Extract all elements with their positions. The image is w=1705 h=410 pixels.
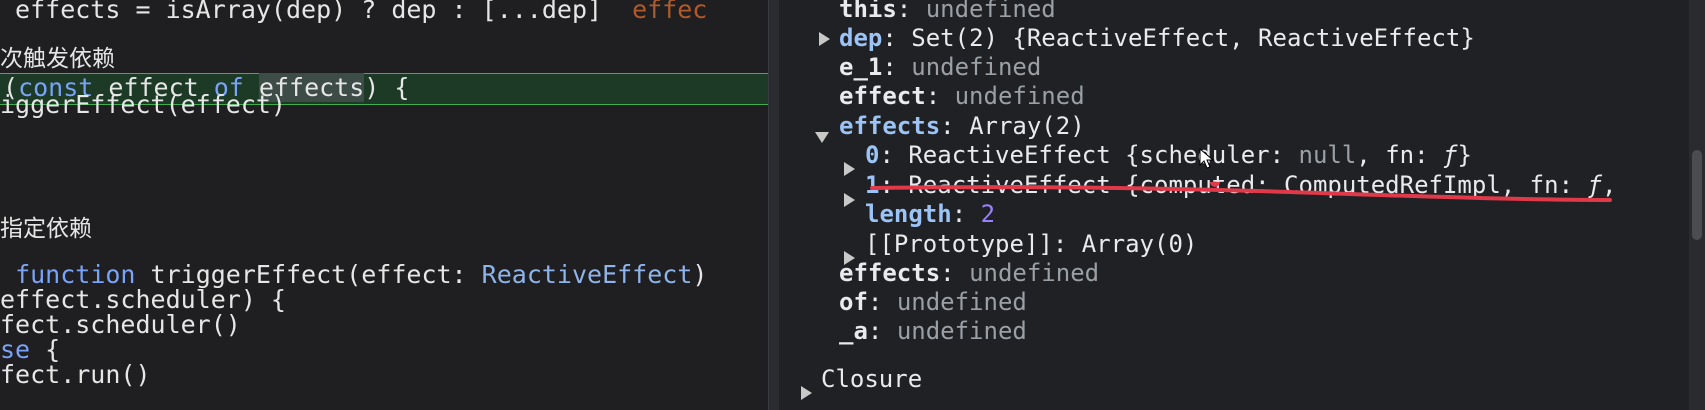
mouse-pointer-icon bbox=[1199, 148, 1215, 169]
scope-var-dep[interactable]: dep: Set(2) {ReactiveEffect, ReactiveEff… bbox=[839, 22, 1475, 54]
effects-item-0[interactable]: 0: ReactiveEffect {scheduler: null, fn: … bbox=[865, 139, 1472, 171]
scope-var-effects[interactable]: effects: Array(2) bbox=[839, 110, 1085, 142]
code-line-1: effects = isArray(dep) ? dep : [...dep] e… bbox=[0, 0, 707, 25]
scrollbar[interactable] bbox=[1689, 0, 1705, 410]
devtools-screenshot: effects = isArray(dep) ? dep : [...dep] e… bbox=[0, 0, 1705, 410]
expand-arrow-icon[interactable] bbox=[844, 193, 855, 207]
scope-section-closure[interactable]: Closure bbox=[821, 363, 922, 395]
pane-divider[interactable] bbox=[768, 0, 779, 410]
code-line-10: fect.run() bbox=[0, 360, 151, 389]
scope-var-effect[interactable]: effect: undefined bbox=[839, 80, 1085, 112]
code-line-4: iggerEffect(effect) bbox=[0, 90, 286, 119]
scope-var-of[interactable]: of: undefined bbox=[839, 286, 1027, 318]
collapse-arrow-icon[interactable] bbox=[815, 132, 829, 143]
code-comment-2: 指定依赖 bbox=[0, 216, 92, 242]
inline-value-hint: effec bbox=[632, 0, 708, 24]
expand-arrow-icon[interactable] bbox=[844, 162, 855, 176]
scope-var-effects-2[interactable]: effects: undefined bbox=[839, 257, 1099, 289]
expand-arrow-icon[interactable] bbox=[819, 32, 830, 46]
effects-prototype[interactable]: [[Prototype]]: Array(0) bbox=[865, 228, 1197, 260]
expand-arrow-icon[interactable] bbox=[801, 386, 812, 400]
code-comment-1: 次触发依赖 bbox=[0, 46, 115, 72]
source-editor[interactable]: effects = isArray(dep) ? dep : [...dep] e… bbox=[0, 0, 768, 410]
annotation-underline bbox=[870, 182, 1612, 202]
scope-var-e1[interactable]: e_1: undefined bbox=[839, 51, 1041, 83]
scrollbar-thumb[interactable] bbox=[1692, 150, 1702, 240]
scope-var-a[interactable]: _a: undefined bbox=[839, 315, 1027, 347]
